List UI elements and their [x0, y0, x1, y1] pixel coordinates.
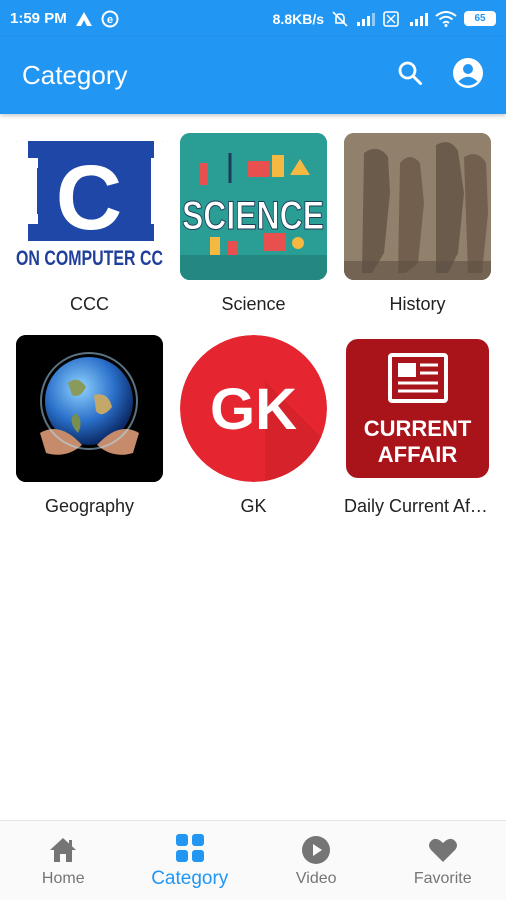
nav-video[interactable]: Video — [253, 821, 380, 900]
network-speed: 8.8KB/s — [272, 10, 324, 27]
play-circle-icon — [301, 834, 331, 866]
app-bar: Category — [0, 37, 506, 114]
nav-home-label: Home — [41, 869, 85, 887]
status-bar: 1:59 PM e 8.8KB/s 65 — [0, 0, 506, 37]
category-card-ccc[interactable]: C ON COMPUTER CC CCC — [16, 133, 163, 315]
account-icon — [452, 57, 484, 94]
category-label: History — [389, 294, 446, 314]
nav-home[interactable]: Home — [0, 821, 127, 900]
svg-text:e: e — [107, 14, 113, 26]
notification-app-icon — [75, 11, 93, 27]
status-time: 1:59 PM — [10, 10, 67, 27]
ccc-thumbnail: C ON COMPUTER CC — [16, 133, 163, 280]
signal-4g-icon — [406, 12, 428, 26]
category-card-geography[interactable]: Geography — [16, 335, 163, 517]
ccc-logo-letter: C — [56, 147, 122, 249]
science-logo-text: SCIENCE — [182, 194, 324, 238]
category-label: GK — [240, 496, 267, 516]
hd-icon — [383, 10, 399, 27]
category-label: Science — [221, 294, 286, 314]
category-card-history[interactable]: History — [344, 133, 491, 315]
geography-thumbnail — [16, 335, 163, 482]
bottom-navigation: Home Category Video Favorite — [0, 820, 506, 900]
wifi-icon — [435, 10, 457, 27]
page-title: Category — [22, 60, 128, 90]
account-button[interactable] — [452, 57, 484, 94]
search-icon — [397, 60, 423, 91]
battery-indicator: 65 — [464, 11, 496, 26]
category-card-gk[interactable]: GK GK — [180, 335, 327, 517]
science-thumbnail: SCIENCE — [180, 133, 327, 280]
mute-icon — [331, 10, 349, 28]
notification-e-icon: e — [101, 10, 119, 28]
current-affairs-logo-line2: AFFAIR — [378, 442, 458, 467]
category-card-daily-current-affairs[interactable]: CURRENT AFFAIR Daily Current Affairs — [344, 335, 491, 517]
signal-icon — [356, 12, 376, 26]
nav-category-label: Category — [151, 867, 229, 889]
nav-video-label: Video — [295, 869, 337, 887]
gk-thumbnail: GK — [180, 335, 327, 482]
ccc-logo-text: ON COMPUTER CC — [16, 247, 163, 270]
grid-icon — [175, 832, 205, 864]
category-card-science[interactable]: SCIENCE Science — [180, 133, 327, 315]
nav-favorite[interactable]: Favorite — [380, 821, 506, 900]
nav-category[interactable]: Category — [127, 821, 254, 900]
category-label: Geography — [44, 496, 135, 516]
current-affairs-logo-line1: CURRENT — [364, 416, 472, 441]
gk-logo-text: GK — [210, 377, 297, 442]
current-affairs-thumbnail: CURRENT AFFAIR — [344, 335, 491, 482]
home-icon — [48, 834, 78, 866]
nav-favorite-label: Favorite — [413, 869, 472, 887]
category-label: Daily Current Affairs — [344, 496, 491, 516]
category-label: CCC — [70, 294, 109, 314]
category-grid: C ON COMPUTER CC CCC SCIENCE Science His… — [16, 133, 492, 517]
heart-icon — [428, 834, 458, 866]
search-button[interactable] — [394, 60, 426, 92]
history-thumbnail — [344, 133, 491, 280]
